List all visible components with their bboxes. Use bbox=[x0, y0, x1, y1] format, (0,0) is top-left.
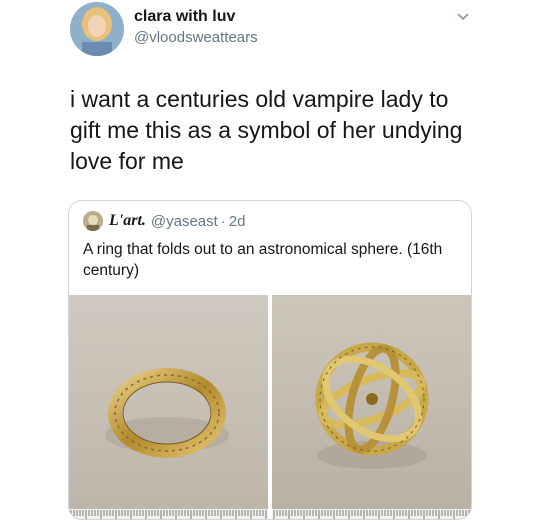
chevron-down-icon[interactable] bbox=[456, 12, 470, 22]
quoted-tweet-header: L'art. @yaseast · 2d bbox=[83, 211, 246, 231]
ruler-strip bbox=[69, 509, 268, 519]
quoted-media bbox=[69, 295, 471, 519]
timestamp[interactable]: 2d bbox=[229, 213, 246, 230]
closed-ring-image bbox=[69, 295, 268, 519]
tweet-text: i want a centuries old vampire lady to g… bbox=[70, 86, 463, 174]
quoted-tweet-text: A ring that folds out to an astronomical… bbox=[83, 241, 443, 279]
quoted-handle[interactable]: @yaseast bbox=[151, 213, 218, 230]
photo-closed-ring[interactable] bbox=[69, 295, 268, 519]
avatar-image bbox=[70, 2, 124, 56]
astronomical-sphere-image bbox=[272, 295, 471, 519]
ruler-strip bbox=[272, 509, 471, 519]
quoted-avatar bbox=[83, 211, 103, 231]
quoted-tweet[interactable]: L'art. @yaseast · 2d A ring that folds o… bbox=[68, 200, 472, 520]
quoted-avatar-image bbox=[83, 211, 103, 231]
photo-astronomical-sphere[interactable] bbox=[272, 295, 471, 519]
avatar[interactable] bbox=[70, 2, 124, 56]
quoted-display-name[interactable]: L'art. bbox=[109, 212, 146, 230]
display-name[interactable]: clara with luv bbox=[134, 8, 258, 26]
author: clara with luv @vloodsweattears bbox=[134, 8, 258, 46]
user-handle[interactable]: @vloodsweattears bbox=[134, 29, 258, 46]
separator: · bbox=[220, 212, 226, 230]
